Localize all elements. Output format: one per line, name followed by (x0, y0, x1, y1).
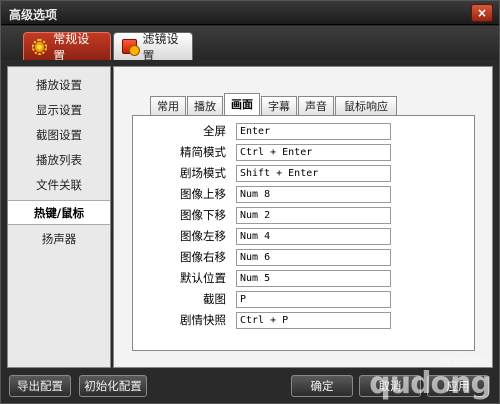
hotkey-input-image-down[interactable]: Num 2 (236, 207, 391, 224)
top-tab-bar: 常规设置 滤镜设置 (1, 26, 499, 63)
tab-mouse-response[interactable]: 鼠标响应 (335, 96, 397, 116)
tab-picture[interactable]: 画面 (224, 93, 260, 116)
sidebar-item-file-association[interactable]: 文件关联 (8, 173, 110, 198)
label-image-up: 图像上移 (180, 187, 226, 201)
label-screenshot: 截图 (203, 292, 226, 306)
hotkey-input-compact-mode[interactable]: Ctrl + Enter (236, 144, 391, 161)
sidebar-item-playback[interactable]: 播放设置 (8, 73, 110, 98)
settings-panel: 常用 播放 画面 字幕 声音 鼠标响应 全屏 Enter 精简模式 Ctrl +… (113, 66, 493, 368)
sidebar-item-screenshot[interactable]: 截图设置 (8, 123, 110, 148)
tab-general-settings-label: 常规设置 (53, 31, 90, 63)
sidebar-item-hotkey-mouse[interactable]: 热键/鼠标 (8, 200, 110, 225)
tab-playback[interactable]: 播放 (187, 96, 223, 116)
window-title: 高级选项 (9, 8, 58, 22)
hotkey-input-image-up[interactable]: Num 8 (236, 186, 391, 203)
label-plot-snapshot: 剧情快照 (180, 313, 226, 327)
sidebar: 播放设置 显示设置 截图设置 播放列表 文件关联 热键/鼠标 扬声器 (7, 66, 111, 368)
hotkey-input-theater-mode[interactable]: Shift + Enter (236, 165, 391, 182)
init-config-button[interactable]: 初始化配置 (79, 375, 147, 397)
label-theater-mode: 剧场模式 (180, 166, 226, 180)
label-fullscreen: 全屏 (203, 124, 226, 138)
hotkey-input-image-left[interactable]: Num 4 (236, 228, 391, 245)
tab-filter-settings[interactable]: 滤镜设置 (113, 32, 193, 63)
label-image-left: 图像左移 (180, 229, 226, 243)
hotkey-input-image-right[interactable]: Num 6 (236, 249, 391, 266)
advanced-options-window: 高级选项 × 常规设置 滤镜设置 播放设置 显示设置 截图设置 播放列表 文件关… (0, 0, 500, 404)
sidebar-item-playlist[interactable]: 播放列表 (8, 148, 110, 173)
tab-common[interactable]: 常用 (150, 96, 186, 116)
title-bar[interactable]: 高级选项 × (1, 1, 499, 25)
hotkey-input-fullscreen[interactable]: Enter (236, 123, 391, 140)
hotkey-input-screenshot[interactable]: P (236, 291, 391, 308)
tab-sound[interactable]: 声音 (298, 96, 334, 116)
export-config-button[interactable]: 导出配置 (9, 375, 71, 397)
hotkey-input-plot-snapshot[interactable]: Ctrl + P (236, 312, 391, 329)
sidebar-item-display[interactable]: 显示设置 (8, 98, 110, 123)
sidebar-item-speaker[interactable]: 扬声器 (8, 227, 110, 252)
ok-button[interactable]: 确定 (291, 375, 353, 397)
hotkey-settings-box: 全屏 Enter 精简模式 Ctrl + Enter 剧场模式 Shift + … (132, 115, 475, 351)
filter-icon (122, 39, 139, 56)
gear-icon (32, 38, 48, 55)
content-area: 播放设置 显示设置 截图设置 播放列表 文件关联 热键/鼠标 扬声器 常用 播放… (1, 60, 499, 370)
label-image-down: 图像下移 (180, 208, 226, 222)
close-button[interactable]: × (471, 4, 493, 22)
tab-subtitle[interactable]: 字幕 (261, 96, 297, 116)
label-compact-mode: 精简模式 (180, 145, 226, 159)
tab-filter-settings-label: 滤镜设置 (142, 31, 179, 63)
tab-general-settings[interactable]: 常规设置 (23, 32, 111, 63)
label-image-right: 图像右移 (180, 250, 226, 264)
watermark-qudong: qudong (369, 366, 492, 401)
hotkey-input-default-position[interactable]: Num 5 (236, 270, 391, 287)
label-default-position: 默认位置 (180, 271, 226, 285)
